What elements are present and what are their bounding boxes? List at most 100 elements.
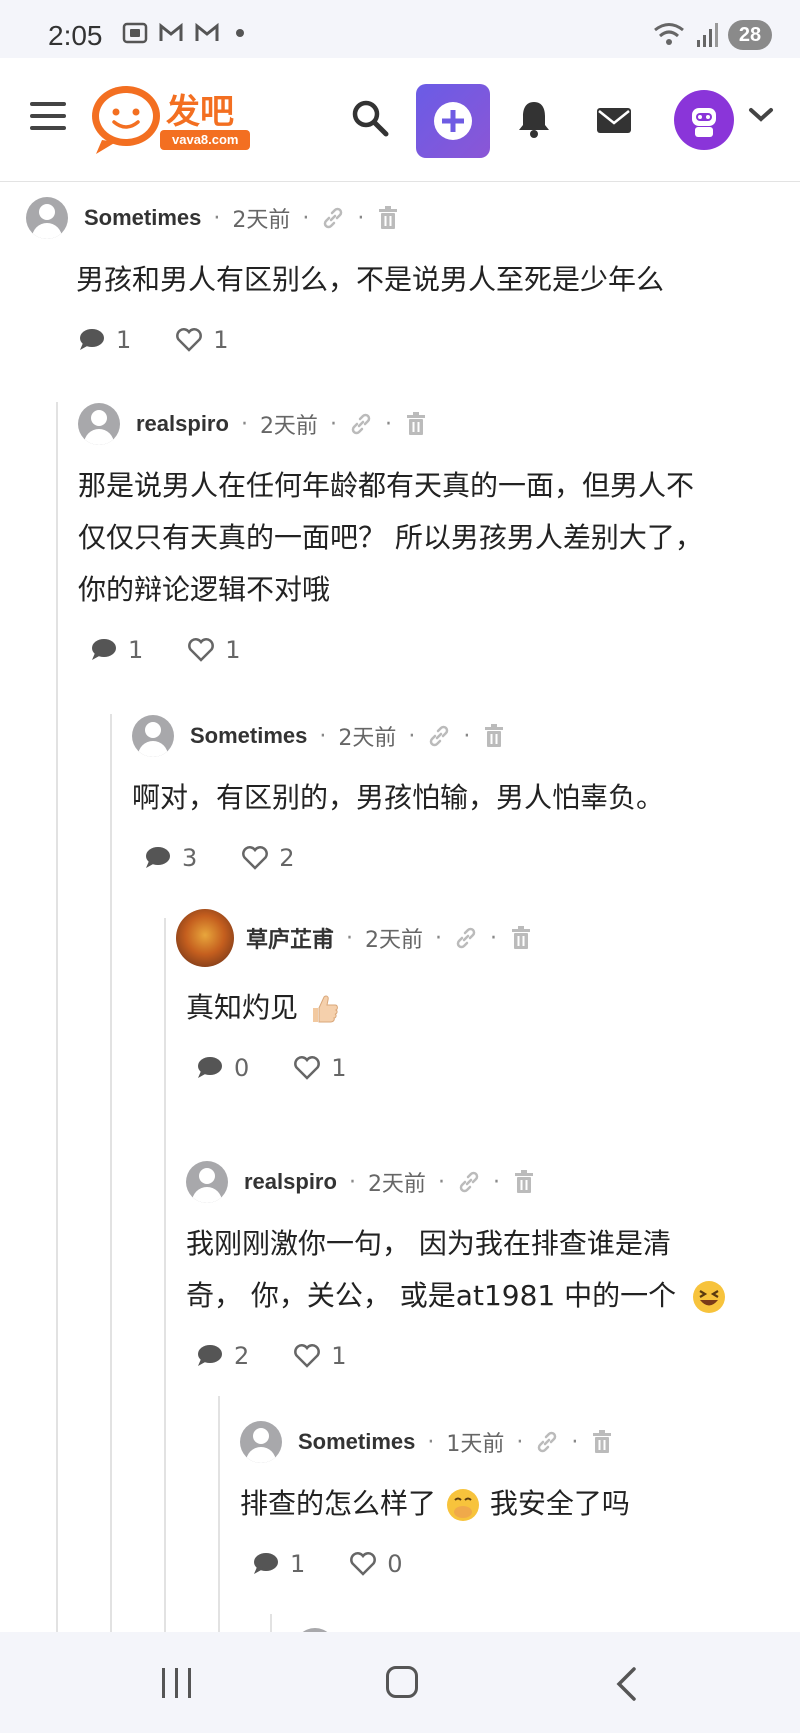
like-button[interactable]: 2 bbox=[241, 844, 295, 872]
mail-icon[interactable] bbox=[596, 106, 632, 136]
like-button[interactable]: 0 bbox=[349, 1550, 403, 1578]
reply-button[interactable]: 1 bbox=[90, 636, 143, 664]
reply-count: 0 bbox=[234, 1054, 250, 1082]
reply-button[interactable]: 2 bbox=[196, 1342, 249, 1370]
bell-icon[interactable] bbox=[516, 98, 552, 140]
comment-header: 草庐芷甫 · 2天前 · · bbox=[176, 908, 776, 968]
link-icon[interactable] bbox=[349, 412, 373, 436]
avatar[interactable] bbox=[78, 403, 120, 445]
comment-icon bbox=[198, 1345, 222, 1366]
like-button[interactable]: 1 bbox=[293, 1342, 347, 1370]
avatar[interactable] bbox=[176, 909, 234, 967]
reply-button[interactable]: 0 bbox=[196, 1054, 249, 1082]
heart-icon bbox=[294, 1056, 321, 1080]
link-icon[interactable] bbox=[321, 206, 345, 230]
link-icon[interactable] bbox=[535, 1430, 559, 1454]
reply-button[interactable]: 1 bbox=[252, 1550, 305, 1578]
comment-header: realspiro · 2天前 · · bbox=[78, 402, 788, 446]
heart-icon bbox=[176, 328, 203, 352]
search-icon[interactable] bbox=[350, 98, 390, 138]
trash-icon[interactable] bbox=[482, 723, 506, 749]
hand-over-mouth-emoji-icon bbox=[446, 1489, 479, 1521]
avatar[interactable] bbox=[132, 715, 174, 757]
comment-author[interactable]: Sometimes bbox=[298, 1429, 415, 1455]
link-icon[interactable] bbox=[454, 926, 478, 950]
gmail-icon bbox=[195, 22, 219, 41]
battery-indicator: 28 bbox=[728, 20, 772, 50]
screenshot-icon bbox=[122, 22, 148, 44]
recent-apps-icon[interactable] bbox=[162, 1668, 191, 1698]
like-button[interactable]: 1 bbox=[187, 636, 241, 664]
trash-icon[interactable] bbox=[512, 1169, 536, 1195]
comment-author[interactable]: realspiro bbox=[244, 1169, 337, 1195]
like-count: 0 bbox=[387, 1550, 403, 1578]
avatar[interactable] bbox=[26, 197, 68, 239]
like-button[interactable]: 1 bbox=[175, 326, 229, 354]
link-icon[interactable] bbox=[427, 724, 451, 748]
comment-body: 排查的怎么样了 我安全了吗 bbox=[240, 1478, 790, 1530]
comment-body: 男孩和男人有区别么，不是说男人至死是少年么 bbox=[76, 254, 786, 306]
comment-icon bbox=[146, 847, 170, 868]
reply-count: 1 bbox=[116, 326, 132, 354]
avatar[interactable] bbox=[186, 1161, 228, 1203]
signal-icon bbox=[697, 23, 718, 47]
trash-icon[interactable] bbox=[509, 925, 533, 951]
comment-time[interactable]: 2天前 bbox=[365, 922, 423, 954]
chevron-down-icon[interactable] bbox=[748, 106, 774, 124]
comment-actions: 0 1 bbox=[196, 1054, 776, 1082]
logo-domain: vava8.com bbox=[172, 132, 239, 147]
comment-icon bbox=[80, 329, 104, 350]
heart-icon bbox=[294, 1344, 321, 1368]
comment-time[interactable]: 1天前 bbox=[446, 1426, 504, 1458]
avatar[interactable] bbox=[240, 1421, 282, 1463]
comment-thread: Sometimes · 2天前 · · 男孩和男人有区别么，不是说男人至死是少年… bbox=[0, 182, 800, 1632]
comment-author[interactable]: Sometimes bbox=[190, 723, 307, 749]
heart-icon bbox=[350, 1552, 377, 1576]
status-time: 2:05 bbox=[48, 20, 103, 51]
comment-time[interactable]: 2天前 bbox=[338, 720, 396, 752]
comment-icon bbox=[254, 1553, 278, 1574]
thread-indent-line bbox=[164, 918, 166, 1632]
comment-body: 我刚刚激你一句， 因为我在排查谁是清 奇， 你，关公， 或是at1981 中的一… bbox=[186, 1218, 786, 1322]
comment-time[interactable]: 2天前 bbox=[260, 408, 318, 440]
gmail-icon bbox=[159, 22, 183, 41]
like-count: 1 bbox=[331, 1342, 347, 1370]
comment-text-line: 我安全了吗 bbox=[489, 1487, 630, 1520]
reply-button[interactable]: 3 bbox=[144, 844, 197, 872]
comment-author[interactable]: Sometimes bbox=[84, 205, 201, 231]
comment-actions: 2 1 bbox=[196, 1342, 786, 1370]
comment-time[interactable]: 2天前 bbox=[232, 202, 290, 234]
reply-button[interactable]: 1 bbox=[78, 326, 131, 354]
comment-author[interactable]: realspiro bbox=[136, 411, 229, 437]
comment: Sometimes · 2天前 · · 男孩和男人有区别么，不是说男人至死是少年… bbox=[26, 196, 786, 354]
back-icon[interactable] bbox=[614, 1666, 638, 1702]
more-notifications-icon bbox=[236, 29, 244, 37]
site-logo[interactable]: 发吧 vava8.com bbox=[88, 82, 258, 158]
robot-avatar-icon bbox=[692, 108, 716, 137]
menu-icon[interactable] bbox=[30, 102, 66, 134]
laughing-emoji-icon bbox=[693, 1281, 726, 1313]
home-icon[interactable] bbox=[386, 1666, 418, 1698]
system-navigation-bar bbox=[0, 1632, 800, 1733]
comment-author[interactable]: 草庐芷甫 bbox=[246, 922, 334, 954]
comment-header: Sometimes · 2天前 · · bbox=[26, 196, 786, 240]
like-count: 1 bbox=[225, 636, 241, 664]
comment-time[interactable]: 2天前 bbox=[368, 1166, 426, 1198]
trash-icon[interactable] bbox=[404, 411, 428, 437]
new-post-button[interactable] bbox=[416, 84, 490, 158]
like-count: 2 bbox=[279, 844, 295, 872]
comment-text-line: 那是说男人在任何年龄都有天真的一面，但男人不 bbox=[78, 469, 695, 502]
status-notification-icons bbox=[122, 22, 244, 44]
comment-text-line: 你的辩论逻辑不对哦 bbox=[78, 573, 331, 606]
link-icon[interactable] bbox=[457, 1170, 481, 1194]
comment-header: Sometimes · 1天前 · · bbox=[240, 1420, 790, 1464]
user-avatar[interactable] bbox=[674, 90, 734, 150]
heart-icon bbox=[242, 846, 269, 870]
comment: Sometimes · 2天前 · · 啊对，有区别的，男孩怕输，男人怕辜负。 … bbox=[132, 714, 782, 872]
like-button[interactable]: 1 bbox=[293, 1054, 347, 1082]
trash-icon[interactable] bbox=[590, 1429, 614, 1455]
comment-body: 真知灼见 bbox=[186, 982, 776, 1034]
trash-icon[interactable] bbox=[376, 205, 400, 231]
comment: realspiro · 2天前 · · 我刚刚激你一句， 因为我在排查谁是清 奇… bbox=[186, 1160, 786, 1370]
comment-actions: 1 0 bbox=[252, 1550, 790, 1578]
